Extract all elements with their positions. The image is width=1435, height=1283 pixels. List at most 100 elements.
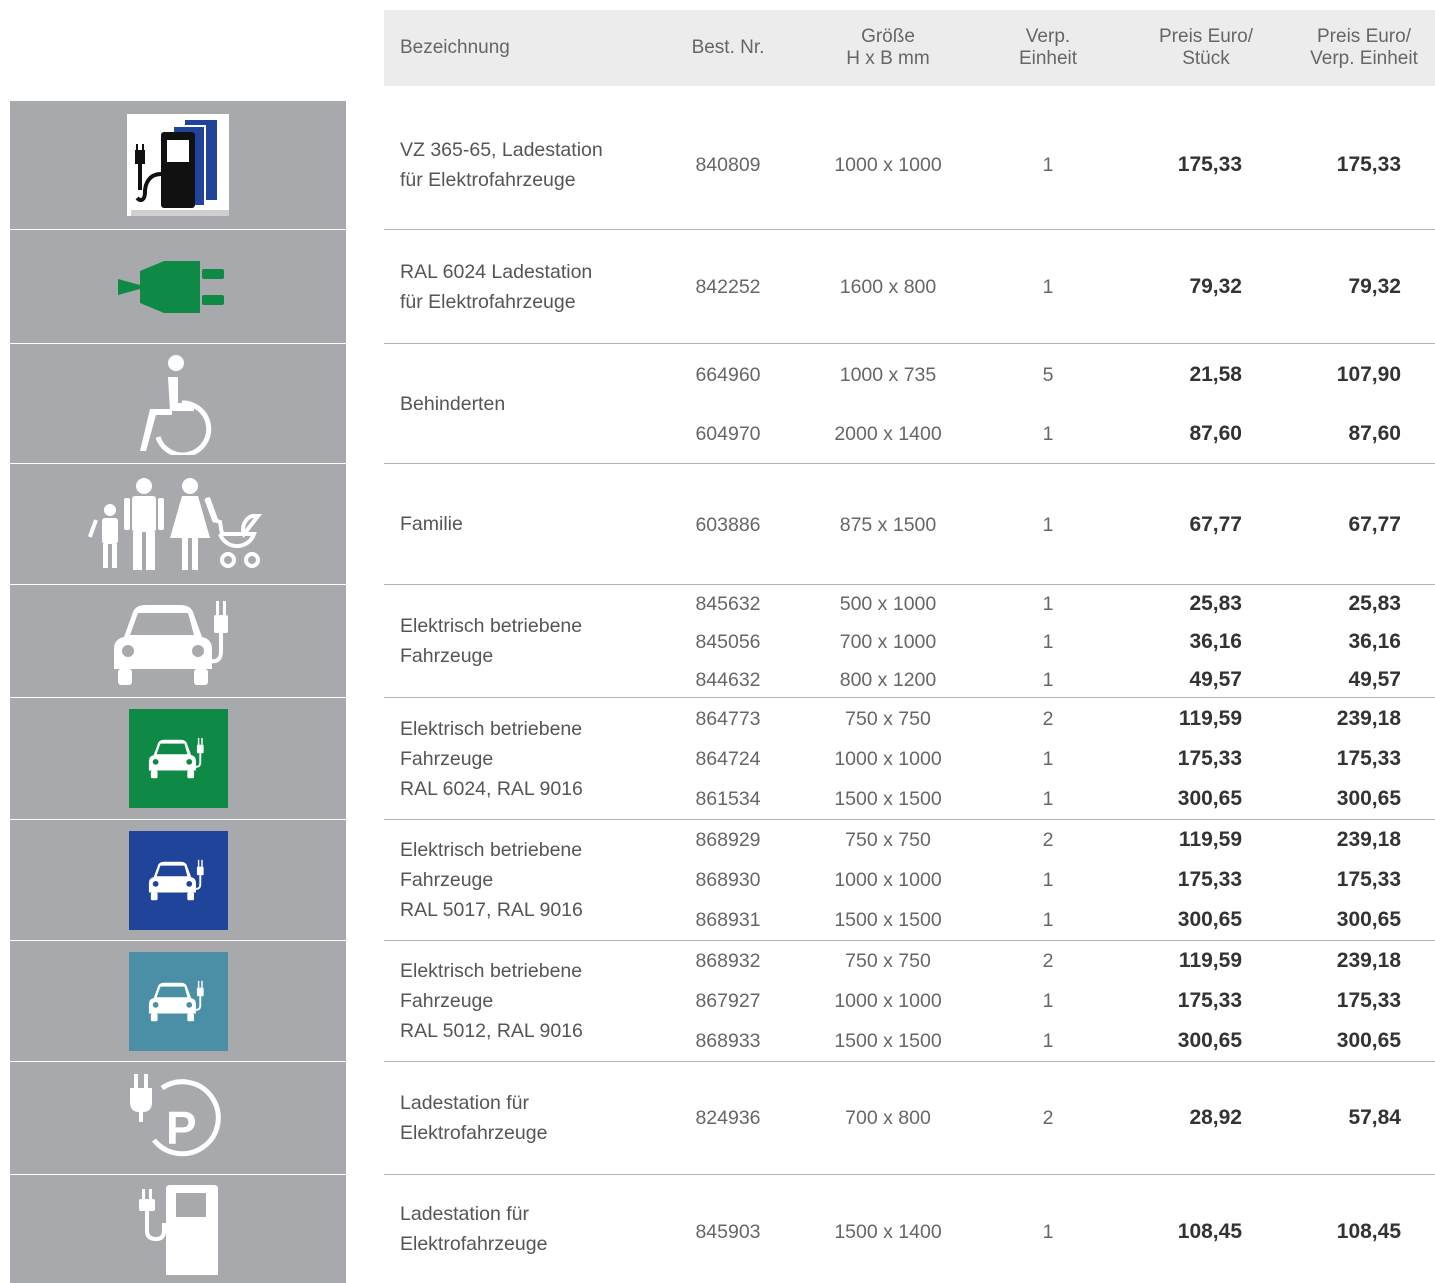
verp-einheit: 2	[1042, 950, 1054, 972]
verp-einheit: 1	[1042, 909, 1054, 931]
price-unit: 175,33	[1336, 989, 1401, 1012]
product-description: VZ 365-65, Ladestation für Elektrofahrze…	[400, 139, 603, 191]
size: 700 x 800	[845, 1107, 931, 1129]
price-piece: 28,92	[1189, 1106, 1242, 1129]
best-nr: 845632	[695, 593, 761, 615]
price-unit: 300,65	[1336, 1029, 1401, 1052]
price-piece: 67,77	[1189, 513, 1242, 536]
price-unit: 49,57	[1348, 668, 1401, 691]
size: 700 x 1000	[839, 631, 937, 653]
size: 875 x 1500	[839, 514, 937, 536]
verp-einheit: 1	[1042, 593, 1054, 615]
price-unit: 175,33	[1336, 153, 1401, 176]
price-piece: 175,33	[1177, 989, 1242, 1012]
size: 750 x 750	[845, 950, 931, 972]
price-piece: 300,65	[1177, 1029, 1242, 1052]
size: 2000 x 1400	[834, 423, 942, 445]
best-nr: 868933	[695, 1030, 761, 1052]
price-unit: 25,83	[1348, 592, 1401, 615]
price-piece: 21,58	[1189, 363, 1242, 386]
price-piece: 87,60	[1189, 422, 1242, 445]
price-unit: 108,45	[1336, 1220, 1401, 1243]
best-nr: 844632	[695, 669, 761, 691]
verp-einheit: 1	[1042, 669, 1054, 691]
price-unit: 300,65	[1336, 908, 1401, 931]
price-piece: 108,45	[1177, 1220, 1242, 1243]
price-unit: 239,18	[1336, 707, 1401, 730]
wheelchair-icon	[10, 344, 346, 463]
icon-column: P	[10, 101, 346, 1283]
price-piece: 49,57	[1189, 668, 1242, 691]
price-piece: 25,83	[1189, 592, 1242, 615]
price-piece: 175,33	[1177, 153, 1242, 176]
product-description: Elektrisch betriebene Fahrzeuge RAL 5017…	[400, 839, 583, 921]
size: 1000 x 1000	[834, 154, 942, 176]
header-groesse: Größe H x B mm	[846, 26, 930, 69]
best-nr: 861534	[695, 788, 761, 810]
best-nr: 845056	[695, 631, 761, 653]
price-unit: 239,18	[1336, 828, 1401, 851]
size: 800 x 1200	[839, 669, 937, 691]
price-unit: 67,77	[1348, 513, 1401, 536]
verp-einheit: 2	[1042, 1107, 1054, 1129]
verp-einheit: 2	[1042, 829, 1054, 851]
header-preis-stueck: Preis Euro/ Stück	[1159, 26, 1253, 69]
price-piece: 119,59	[1178, 828, 1242, 851]
table-header: Bezeichnung Best. Nr. Größe H x B mm Ver…	[384, 10, 1435, 86]
best-nr: 868930	[695, 869, 761, 891]
verp-einheit: 1	[1042, 1221, 1054, 1243]
size: 1500 x 1500	[834, 909, 942, 931]
price-unit: 175,33	[1336, 747, 1401, 770]
price-unit: 239,18	[1336, 949, 1401, 972]
price-unit: 87,60	[1348, 422, 1401, 445]
electric-car-icon	[10, 585, 346, 697]
best-nr: 604970	[695, 423, 761, 445]
product-description: Elektrisch betriebene Fahrzeuge RAL 5012…	[400, 960, 583, 1042]
best-nr: 603886	[695, 514, 761, 536]
verp-einheit: 1	[1042, 1030, 1054, 1052]
verp-einheit: 1	[1042, 154, 1054, 176]
price-unit: 300,65	[1336, 787, 1401, 810]
best-nr: 868931	[695, 909, 761, 931]
electric-car-teal-sign-icon	[10, 941, 346, 1061]
header-preis-verp: Preis Euro/ Verp. Einheit	[1310, 26, 1418, 69]
product-description: Elektrisch betriebene Fahrzeuge	[400, 615, 583, 667]
size: 1000 x 1000	[834, 869, 942, 891]
price-piece: 175,33	[1177, 747, 1242, 770]
product-description: RAL 6024 Ladestation für Elektrofahrzeug…	[400, 260, 593, 313]
electric-car-green-sign-icon	[10, 698, 346, 819]
verp-einheit: 1	[1042, 990, 1054, 1012]
family-icon	[10, 464, 346, 584]
best-nr: 864724	[695, 748, 761, 770]
price-piece: 79,32	[1189, 275, 1242, 298]
svg-text:P: P	[166, 1102, 197, 1154]
price-unit: 36,16	[1348, 630, 1401, 653]
best-nr: 845903	[695, 1221, 761, 1243]
header-bezeichnung: Bezeichnung	[400, 37, 510, 58]
green-plug-icon	[10, 230, 346, 343]
size: 1000 x 1000	[834, 990, 942, 1012]
verp-einheit: 2	[1042, 708, 1054, 730]
best-nr: 824936	[695, 1107, 761, 1129]
verp-einheit: 1	[1042, 631, 1054, 653]
size: 750 x 750	[845, 829, 931, 851]
product-description: Behinderten	[400, 392, 506, 415]
best-nr: 664960	[695, 364, 761, 386]
verp-einheit: 1	[1042, 748, 1054, 770]
price-piece: 300,65	[1177, 787, 1242, 810]
best-nr: 864773	[695, 708, 761, 730]
product-description: Ladestation für Elektrofahrzeuge	[400, 1203, 548, 1255]
verp-einheit: 5	[1042, 364, 1054, 386]
size: 1000 x 735	[839, 364, 937, 386]
product-description: Elektrisch betriebene Fahrzeuge RAL 6024…	[400, 717, 583, 800]
product-description: Familie	[400, 513, 463, 535]
verp-einheit: 1	[1042, 788, 1054, 810]
header-verp-einheit: Verp. Einheit	[1018, 26, 1078, 69]
electric-car-blue-sign-icon	[10, 820, 346, 940]
charging-station-blue-icon	[10, 101, 346, 229]
header-best-nr: Best. Nr.	[691, 37, 765, 58]
price-unit: 107,90	[1336, 363, 1401, 386]
best-nr: 868932	[695, 950, 761, 972]
price-piece: 175,33	[1177, 868, 1242, 891]
price-piece: 119,59	[1178, 949, 1242, 972]
